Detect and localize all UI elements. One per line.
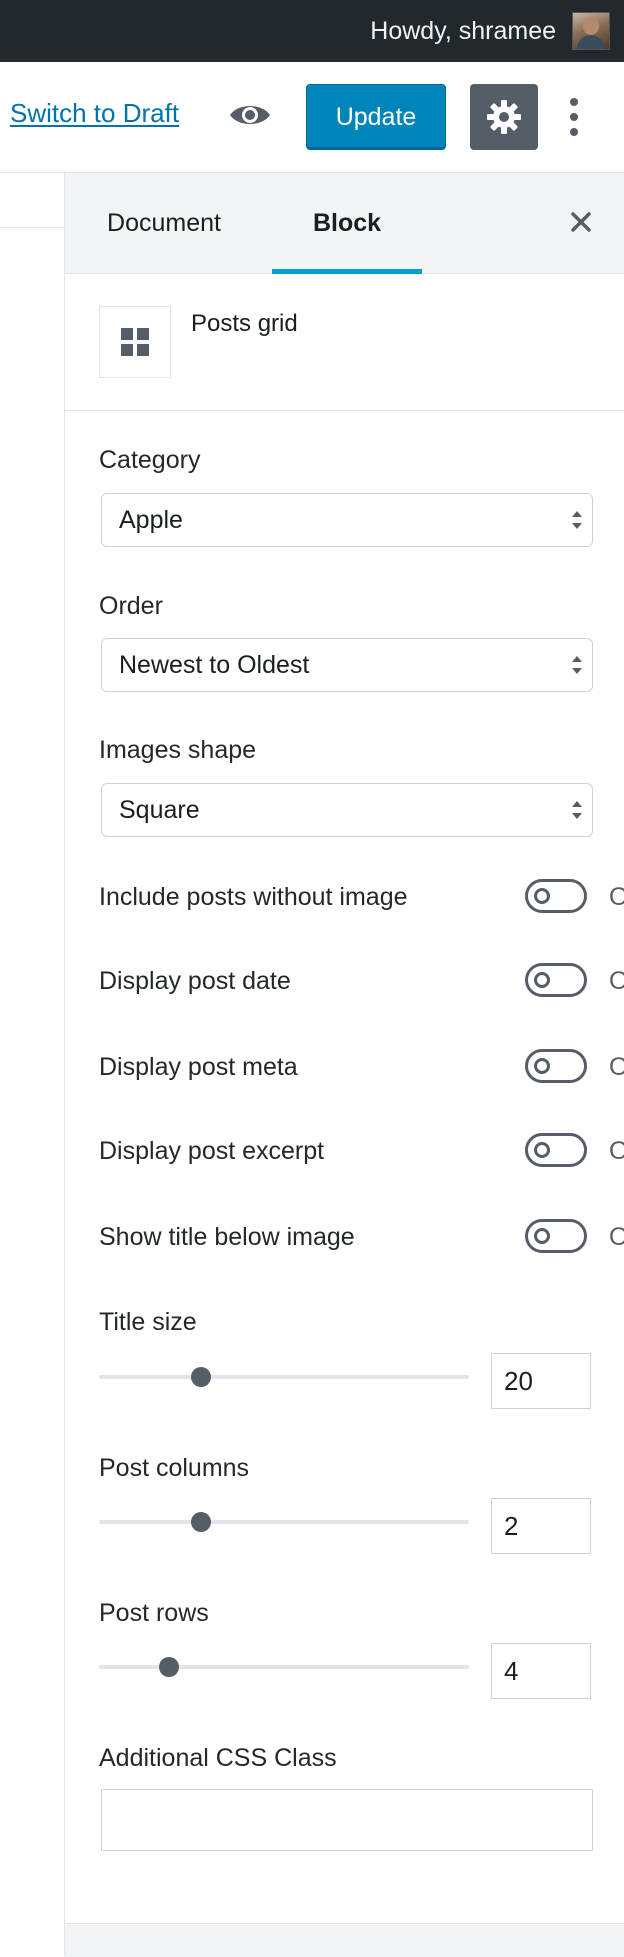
admin-bar: Howdy, shramee xyxy=(0,0,624,62)
toggle-label: Show title below image xyxy=(99,1223,355,1251)
display-post-meta-toggle[interactable] xyxy=(525,1049,587,1083)
title-size-input[interactable]: 20 xyxy=(491,1353,591,1409)
css-class-input[interactable] xyxy=(101,1789,593,1851)
toggle-state: Off xyxy=(609,1053,624,1081)
tab-block[interactable]: Block xyxy=(272,173,422,274)
post-rows-input[interactable]: 4 xyxy=(491,1643,591,1699)
post-columns-slider[interactable] xyxy=(99,1512,469,1532)
settings-button[interactable] xyxy=(470,84,538,150)
toggle-row-include-posts-without-image: Include posts without image Off xyxy=(99,879,624,919)
toggle-row-show-title-below-image: Show title below image Off xyxy=(99,1219,624,1259)
avatar[interactable] xyxy=(572,12,610,50)
editor-header: Switch to Draft Update xyxy=(0,62,624,173)
vertical-ellipsis-icon xyxy=(570,98,578,106)
slider-handle[interactable] xyxy=(191,1367,211,1387)
eye-icon[interactable] xyxy=(228,100,272,130)
divider xyxy=(0,227,64,228)
grid-icon xyxy=(99,306,171,378)
toggle-state: Off xyxy=(609,967,624,995)
slider-handle[interactable] xyxy=(159,1657,179,1677)
toggle-row-display-post-meta: Display post meta Off xyxy=(99,1049,624,1089)
category-select-value: Apple xyxy=(119,506,183,534)
slider-handle[interactable] xyxy=(191,1512,211,1532)
toggle-state: Off xyxy=(609,1137,624,1165)
close-icon[interactable] xyxy=(566,207,596,237)
order-select[interactable]: Newest to Oldest xyxy=(101,638,593,692)
category-select[interactable]: Apple xyxy=(101,493,593,547)
post-columns-input[interactable]: 2 xyxy=(491,1498,591,1554)
select-arrows-icon xyxy=(572,656,582,674)
block-card: Posts grid xyxy=(65,274,624,411)
css-class-label: Additional CSS Class xyxy=(99,1744,337,1772)
images-shape-label: Images shape xyxy=(99,736,257,764)
post-columns-label: Post columns xyxy=(99,1454,250,1482)
toggle-state: Off xyxy=(609,883,624,911)
include-posts-without-image-toggle[interactable] xyxy=(525,879,587,913)
toggle-row-display-post-excerpt: Display post excerpt Off xyxy=(99,1133,624,1173)
update-button[interactable]: Update xyxy=(306,84,446,150)
order-label: Order xyxy=(99,592,163,620)
sidebar-tabs: Document Block xyxy=(65,173,624,274)
settings-sidebar: Document Block Posts grid Category Apple… xyxy=(64,173,624,1957)
editor-canvas xyxy=(0,173,64,1956)
toggle-label: Display post date xyxy=(99,967,291,995)
account-greeting[interactable]: Howdy, shramee xyxy=(370,0,556,62)
category-label: Category xyxy=(99,446,201,474)
title-size-slider[interactable] xyxy=(99,1367,469,1387)
tab-document[interactable]: Document xyxy=(79,173,249,273)
block-title: Posts grid xyxy=(191,310,298,337)
toggle-label: Include posts without image xyxy=(99,883,408,911)
images-shape-select[interactable]: Square xyxy=(101,783,593,837)
toggle-row-display-post-date: Display post date Off xyxy=(99,963,624,1003)
toggle-label: Display post meta xyxy=(99,1053,298,1081)
display-post-date-toggle[interactable] xyxy=(525,963,587,997)
toggle-label: Display post excerpt xyxy=(99,1137,325,1165)
select-arrows-icon xyxy=(572,801,582,819)
order-select-value: Newest to Oldest xyxy=(119,651,310,679)
sidebar-panel-footer xyxy=(65,1923,624,1957)
title-size-label: Title size xyxy=(99,1308,197,1336)
post-rows-label: Post rows xyxy=(99,1599,209,1627)
images-shape-select-value: Square xyxy=(119,796,200,824)
post-rows-slider[interactable] xyxy=(99,1657,469,1677)
gear-icon xyxy=(487,100,521,134)
show-title-below-image-toggle[interactable] xyxy=(525,1219,587,1253)
switch-to-draft-link[interactable]: Switch to Draft xyxy=(10,98,179,129)
toggle-state: Off xyxy=(609,1223,624,1251)
display-post-excerpt-toggle[interactable] xyxy=(525,1133,587,1167)
select-arrows-icon xyxy=(572,511,582,529)
more-options-button[interactable] xyxy=(560,92,588,142)
